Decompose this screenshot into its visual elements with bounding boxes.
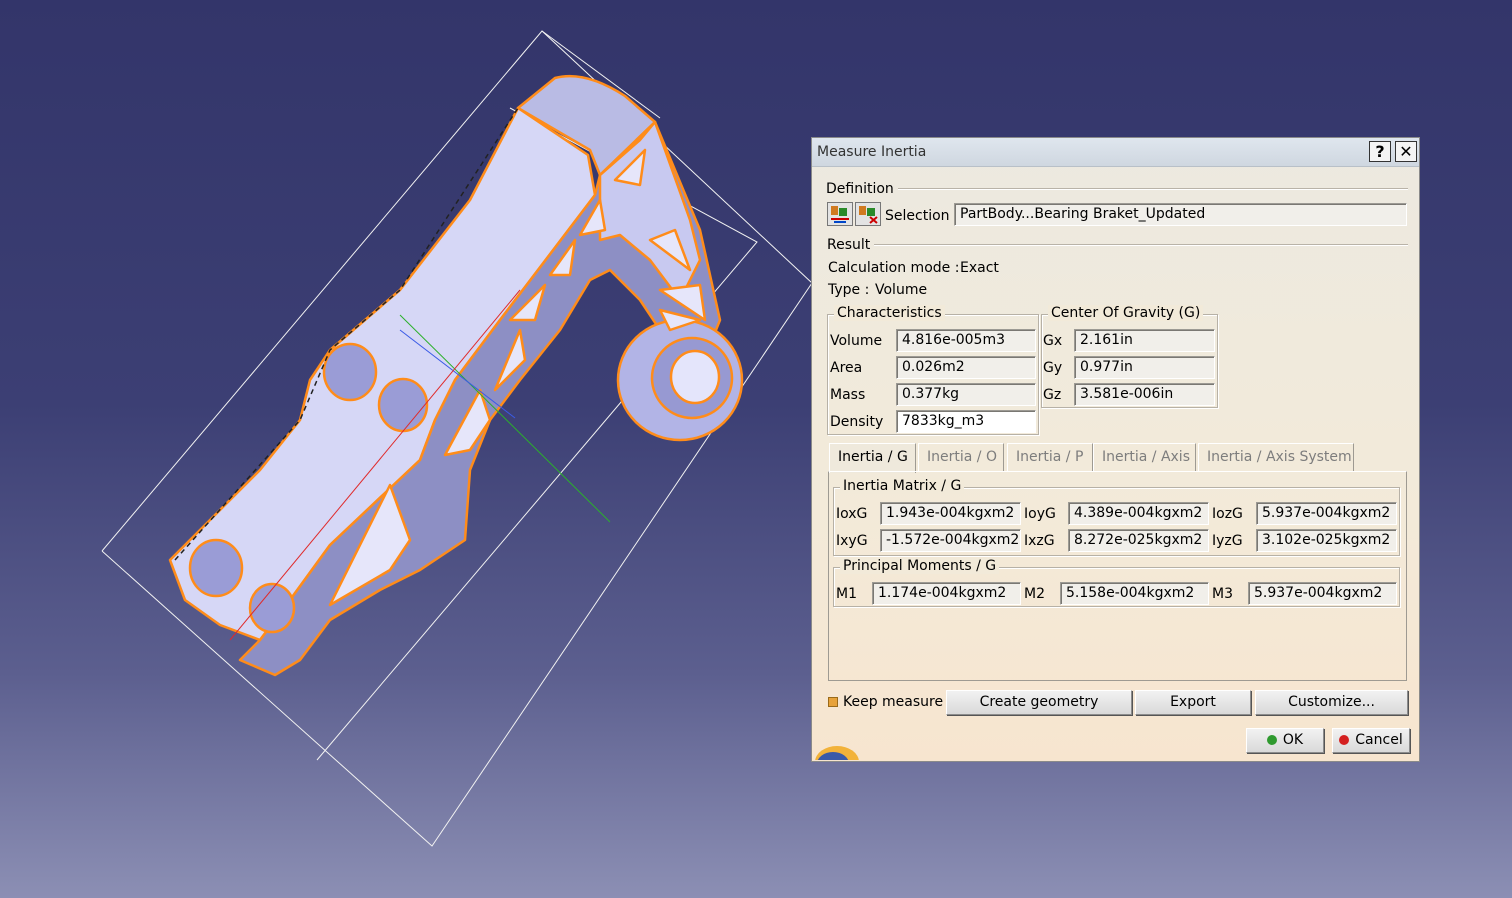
result-label: Result bbox=[827, 237, 871, 253]
result-separator bbox=[874, 244, 1408, 246]
tab-inertia-axis[interactable]: Inertia / Axis bbox=[1093, 443, 1196, 471]
cancel-button[interactable]: Cancel bbox=[1332, 728, 1410, 753]
gz-field[interactable]: 3.581e-006in bbox=[1074, 383, 1215, 406]
ioyg-field[interactable]: 4.389e-004kgxm2 bbox=[1068, 502, 1209, 525]
characteristics-title: Characteristics bbox=[834, 305, 945, 321]
calc-mode-label: Calculation mode : bbox=[828, 260, 960, 276]
ixzg-field[interactable]: 8.272e-025kgxm2 bbox=[1068, 529, 1209, 552]
gx-field[interactable]: 2.161in bbox=[1074, 329, 1215, 352]
m1-label: M1 bbox=[836, 586, 857, 602]
customize-button[interactable]: Customize... bbox=[1255, 690, 1408, 715]
selection-other-axis-icon[interactable] bbox=[855, 202, 881, 226]
help-button[interactable]: ? bbox=[1369, 141, 1391, 162]
ixzg-label: IxzG bbox=[1024, 533, 1055, 549]
iyzg-field[interactable]: 3.102e-025kgxm2 bbox=[1256, 529, 1397, 552]
selection-mode-icon[interactable] bbox=[827, 202, 853, 226]
ioyg-label: IoyG bbox=[1024, 506, 1056, 522]
m2-field[interactable]: 5.158e-004kgxm2 bbox=[1060, 582, 1209, 605]
measure-inertia-dialog: Measure Inertia ? ✕ Definition Selection… bbox=[811, 137, 1420, 762]
ixyg-field[interactable]: -1.572e-004kgxm2 bbox=[880, 529, 1021, 552]
principal-moments-title: Principal Moments / G bbox=[840, 558, 1000, 574]
mass-field[interactable]: 0.377kg bbox=[896, 383, 1036, 406]
keep-measure-checkbox[interactable] bbox=[828, 697, 838, 707]
gy-label: Gy bbox=[1043, 360, 1063, 376]
m3-field[interactable]: 5.937e-004kgxm2 bbox=[1248, 582, 1397, 605]
selection-label: Selection : bbox=[885, 208, 959, 224]
create-geometry-button[interactable]: Create geometry bbox=[946, 690, 1132, 715]
cancel-button-label: Cancel bbox=[1355, 732, 1403, 748]
ok-green-dot-icon bbox=[1266, 735, 1277, 745]
keep-measure-label: Keep measure bbox=[843, 694, 944, 710]
definition-separator bbox=[898, 188, 1408, 190]
area-field[interactable]: 0.026m2 bbox=[896, 356, 1036, 379]
density-field[interactable]: 7833kg_m3 bbox=[896, 410, 1036, 433]
cancel-red-dot-icon bbox=[1339, 735, 1350, 745]
iyzg-label: IyzG bbox=[1212, 533, 1243, 549]
selection-field[interactable]: PartBody...Bearing Braket_Updated bbox=[954, 203, 1407, 226]
ioxg-field[interactable]: 1.943e-004kgxm2 bbox=[880, 502, 1021, 525]
type-label: Type : bbox=[828, 282, 870, 298]
inertia-tab-bar: Inertia / G Inertia / O Inertia / P Iner… bbox=[829, 443, 1409, 473]
close-button[interactable]: ✕ bbox=[1395, 141, 1417, 162]
m2-label: M2 bbox=[1024, 586, 1045, 602]
m3-label: M3 bbox=[1212, 586, 1233, 602]
tab-inertia-g[interactable]: Inertia / G bbox=[829, 443, 916, 473]
gz-label: Gz bbox=[1043, 387, 1062, 403]
gx-label: Gx bbox=[1043, 333, 1063, 349]
definition-label: Definition bbox=[826, 181, 894, 197]
ok-button-label: OK bbox=[1282, 732, 1304, 748]
area-label: Area bbox=[830, 360, 863, 376]
volume-field[interactable]: 4.816e-005m3 bbox=[896, 329, 1036, 352]
export-button[interactable]: Export bbox=[1135, 690, 1251, 715]
tab-inertia-p[interactable]: Inertia / P bbox=[1007, 443, 1093, 471]
dialog-titlebar[interactable]: Measure Inertia ? ✕ bbox=[812, 138, 1419, 167]
cog-title: Center Of Gravity (G) bbox=[1048, 305, 1204, 321]
tab-inertia-axis-system[interactable]: Inertia / Axis System bbox=[1198, 443, 1354, 471]
ok-button[interactable]: OK bbox=[1246, 728, 1324, 753]
tab-inertia-o[interactable]: Inertia / O bbox=[918, 443, 1004, 471]
type-value: Volume bbox=[875, 282, 928, 298]
catia-logo-icon bbox=[815, 736, 863, 760]
calc-mode-value: Exact bbox=[960, 260, 999, 276]
gy-field[interactable]: 0.977in bbox=[1074, 356, 1215, 379]
density-label: Density bbox=[830, 414, 884, 430]
bracket-part bbox=[168, 74, 744, 677]
iozg-field[interactable]: 5.937e-004kgxm2 bbox=[1256, 502, 1397, 525]
dialog-title: Measure Inertia bbox=[817, 144, 927, 160]
iozg-label: IozG bbox=[1212, 506, 1243, 522]
inertia-matrix-title: Inertia Matrix / G bbox=[840, 478, 965, 494]
ixyg-label: IxyG bbox=[836, 533, 868, 549]
volume-label: Volume bbox=[830, 333, 883, 349]
ioxg-label: IoxG bbox=[836, 506, 868, 522]
m1-field[interactable]: 1.174e-004kgxm2 bbox=[872, 582, 1021, 605]
mass-label: Mass bbox=[830, 387, 866, 403]
